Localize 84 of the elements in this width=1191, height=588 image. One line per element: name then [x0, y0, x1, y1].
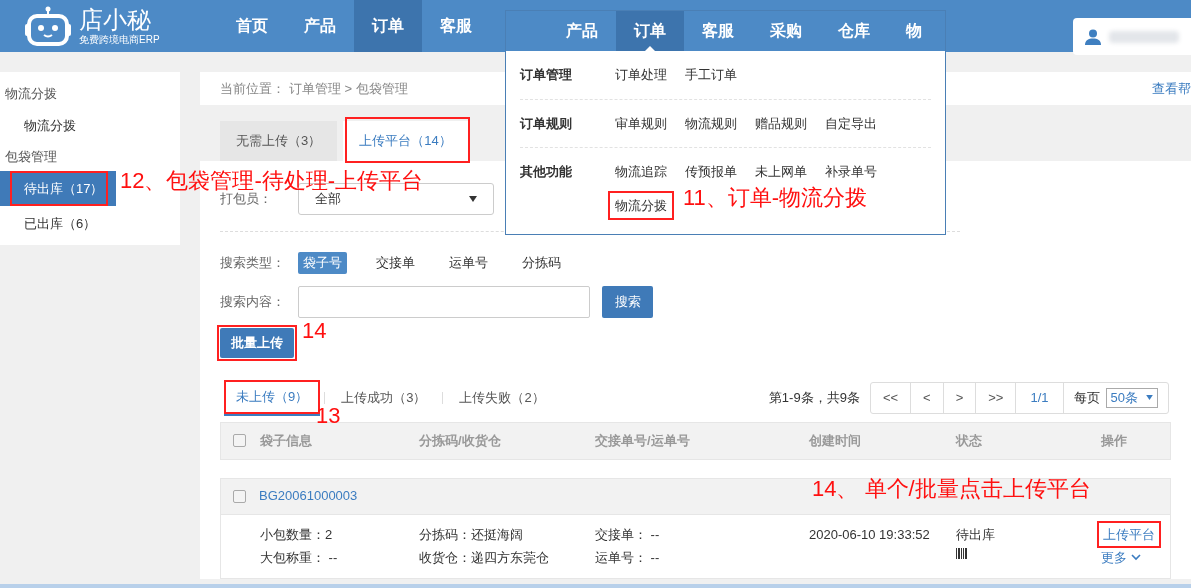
- help-link[interactable]: 查看帮: [1152, 78, 1191, 99]
- column-header: 创建时间: [809, 431, 862, 450]
- bag-number-link[interactable]: BG20061000003: [259, 486, 358, 506]
- menu-link[interactable]: 补录单号: [818, 157, 884, 187]
- nav-tab[interactable]: 客服: [422, 0, 490, 52]
- nav-tab[interactable]: 首页: [218, 0, 286, 52]
- nav-tab[interactable]: 订单: [354, 0, 422, 52]
- status-text: 待出库: [956, 525, 995, 544]
- table-cell-text: 大包称重： --: [260, 549, 338, 567]
- annotation-text: 14、 单个/批量点击上传平台: [812, 478, 1091, 500]
- sidebar-group-title: 物流分拨: [4, 85, 58, 104]
- robot-logo-icon: [25, 6, 71, 46]
- menu-group-title: 其他功能: [520, 163, 573, 181]
- menu-tab[interactable]: 客服: [684, 11, 752, 51]
- column-header: 状态: [956, 431, 983, 450]
- menu-link[interactable]: 物流追踪: [608, 157, 674, 187]
- table-cell-text: 分拣码：还挺海阔: [419, 525, 523, 544]
- barcode-icon[interactable]: [956, 548, 968, 559]
- search-type-option[interactable]: 袋子号: [298, 252, 347, 274]
- menu-link[interactable]: 审单规则: [608, 108, 674, 138]
- sub-tab[interactable]: 未上传（9）: [224, 379, 321, 416]
- column-header: 分拣码/收货仓: [419, 431, 502, 450]
- tab[interactable]: 无需上传（3）: [220, 121, 338, 161]
- caret-icon: [1146, 395, 1153, 400]
- menu-tab[interactable]: 物: [888, 11, 940, 51]
- per-page-select[interactable]: 50条: [1105, 387, 1158, 408]
- upload-platform-link[interactable]: 上传平台: [1097, 520, 1161, 548]
- sub-tab[interactable]: 上传失败（2）: [447, 379, 557, 416]
- search-content-label: 搜索内容：: [220, 292, 286, 311]
- nav-tab[interactable]: 产品: [286, 0, 354, 52]
- breadcrumb-path: 订单管理 > 包袋管理: [289, 79, 408, 98]
- menu-group-title: 订单规则: [520, 114, 573, 133]
- menu-tab[interactable]: 采购: [752, 11, 820, 51]
- annotation-text: 11、订单-物流分拨: [683, 187, 868, 209]
- sidebar-item[interactable]: 已出库（6）: [0, 206, 116, 241]
- table-cell-text: 收货仓：递四方东莞仓: [419, 549, 549, 567]
- caret-icon: [469, 196, 477, 202]
- sidebar-item[interactable]: 待出库（17）: [0, 171, 116, 206]
- sidebar-item[interactable]: 物流分拨: [0, 108, 116, 143]
- menu-link[interactable]: 手工订单: [678, 60, 744, 90]
- user-icon: [1085, 28, 1101, 45]
- page-button[interactable]: >>: [976, 382, 1017, 413]
- menu-tab[interactable]: 产品: [548, 11, 616, 51]
- search-type-option[interactable]: 交接单: [371, 252, 420, 274]
- menu-tab[interactable]: 订单: [616, 11, 684, 51]
- search-field[interactable]: [298, 285, 590, 318]
- logo-name: 店小秘: [79, 7, 152, 32]
- page-button[interactable]: >: [943, 382, 977, 413]
- column-header: 袋子信息: [260, 431, 313, 450]
- menu-link[interactable]: 传预报单: [678, 157, 744, 187]
- menu-link[interactable]: 物流规则: [678, 108, 744, 138]
- user-box[interactable]: [1073, 18, 1191, 55]
- chevron-down-icon: [1131, 554, 1141, 562]
- menu-link[interactable]: 物流分拨: [608, 190, 674, 220]
- checkbox[interactable]: [233, 434, 246, 447]
- search-button[interactable]: 搜索: [602, 285, 653, 318]
- table-cell-text: 运单号： --: [595, 549, 660, 567]
- search-type-label: 搜索类型：: [220, 254, 286, 272]
- table-cell-text: 2020-06-10 19:33:52: [809, 525, 930, 544]
- checkbox[interactable]: [233, 489, 246, 503]
- table-cell-text: 小包数量：2: [260, 525, 333, 544]
- page-button[interactable]: <: [911, 382, 944, 413]
- menu-link[interactable]: 赠品规则: [748, 108, 814, 138]
- search-type-option[interactable]: 分拣码: [517, 252, 566, 274]
- menu-link[interactable]: 未上网单: [748, 157, 814, 187]
- page-indicator: 1/1: [1016, 382, 1064, 413]
- logo-tagline: 免费跨境电商ERP: [79, 34, 160, 45]
- table-cell-text: 交接单： --: [595, 525, 660, 544]
- batch-upload-button[interactable]: 批量上传: [220, 327, 294, 358]
- column-header: 交接单号/运单号: [595, 431, 691, 450]
- menu-link[interactable]: 订单处理: [608, 60, 674, 90]
- more-link[interactable]: 更多: [1101, 548, 1141, 568]
- pagination-summary: 第1-9条，共9条: [768, 388, 860, 407]
- breadcrumb-label: 当前位置：: [220, 79, 285, 98]
- menu-tab[interactable]: 仓库: [820, 11, 888, 51]
- packer-label: 打包员：: [220, 191, 273, 209]
- column-header: 操作: [1101, 431, 1128, 450]
- search-type-option[interactable]: 运单号: [444, 252, 493, 274]
- menu-link[interactable]: 自定导出: [818, 108, 884, 138]
- page-button[interactable]: <<: [870, 382, 912, 413]
- menu-group-title: 订单管理: [520, 66, 573, 84]
- per-page-label: 每页: [1073, 388, 1100, 407]
- sidebar-group-title: 包袋管理: [4, 148, 58, 167]
- annotation-text: 14: [302, 320, 327, 342]
